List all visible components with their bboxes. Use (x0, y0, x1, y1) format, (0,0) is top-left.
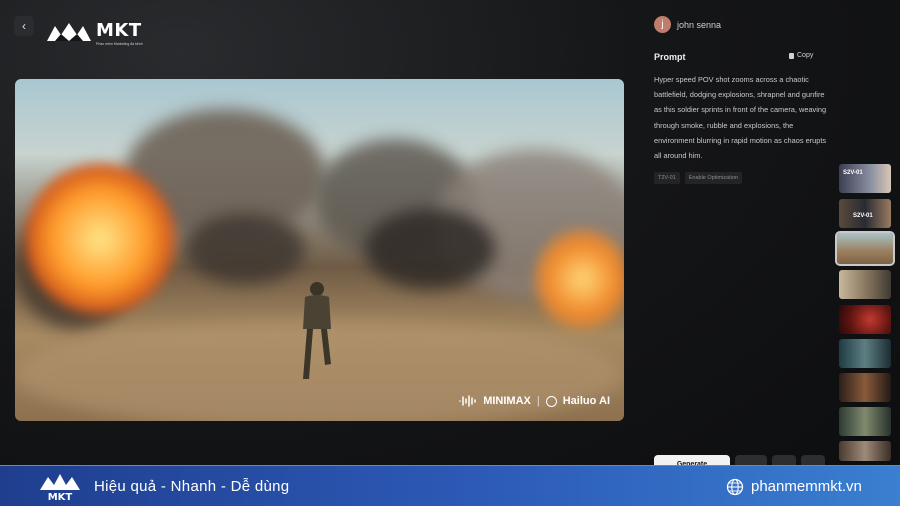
watermark-hailuo: Hailuo AI (562, 395, 610, 407)
promo-banner: MKT Hiệu quả - Nhanh - Dễ dùng phanmemmk… (0, 465, 900, 506)
mkt-banner-logo-icon: MKT (40, 474, 80, 503)
watermark-minimax: MINIMAX (483, 395, 531, 407)
banner-slogan: Hiệu quả - Nhanh - Dễ dùng (94, 478, 290, 495)
logo-name: MKT (96, 20, 142, 41)
prompt-title: Prompt (654, 52, 686, 62)
thumbnail-item[interactable] (839, 407, 891, 436)
back-button[interactable]: ‹ (14, 16, 34, 36)
thumbnail-label: S2V-01 (843, 170, 863, 176)
mkt-logo-icon (47, 23, 91, 41)
video-watermark: MINIMAX | Hailuo AI (459, 395, 610, 407)
logo-tagline: Phần mềm Marketing đa kênh (96, 42, 143, 46)
thumbnail-item[interactable]: S2V-01 (839, 199, 891, 228)
video-player[interactable]: MINIMAX | Hailuo AI (15, 79, 624, 421)
thumbnail-item[interactable] (839, 441, 891, 461)
logo[interactable]: MKT Phần mềm Marketing đa kênh (46, 22, 143, 46)
globe-icon (726, 478, 744, 496)
banner-logo-text: MKT (48, 492, 73, 503)
hailuo-icon (545, 395, 557, 407)
prompt-text: Hyper speed POV shot zooms across a chao… (654, 75, 827, 161)
thumbnail-item[interactable] (839, 339, 891, 368)
copy-label: Copy (797, 52, 814, 59)
username: john senna (677, 19, 722, 30)
thumbnail-item[interactable] (839, 373, 891, 402)
avatar: j (654, 16, 671, 33)
app-root: ‹ MKT Phần mềm Marketing đa kênh MINIMAX… (0, 0, 900, 506)
thumbnail-label: S2V-01 (853, 213, 873, 219)
chevron-left-icon: ‹ (22, 19, 26, 33)
tag-model: T2V-01 (654, 172, 680, 184)
prompt-tags: T2V-01 Enable Optimization (654, 172, 742, 184)
user-profile[interactable]: j john senna (654, 16, 721, 33)
thumbnail-item[interactable] (839, 270, 891, 299)
thumbnail-item[interactable]: S2V-01 (839, 164, 891, 193)
copy-icon (789, 52, 794, 59)
tag-optimization: Enable Optimization (684, 172, 742, 184)
copy-button[interactable]: Copy (789, 52, 813, 59)
thumbnail-item[interactable] (839, 305, 891, 334)
watermark-separator: | (536, 395, 540, 407)
thumbnail-item-active[interactable] (835, 231, 895, 266)
soldier-figure (303, 282, 331, 379)
banner-website[interactable]: phanmemmkt.vn (751, 478, 862, 495)
minimax-wave-icon (459, 395, 476, 407)
